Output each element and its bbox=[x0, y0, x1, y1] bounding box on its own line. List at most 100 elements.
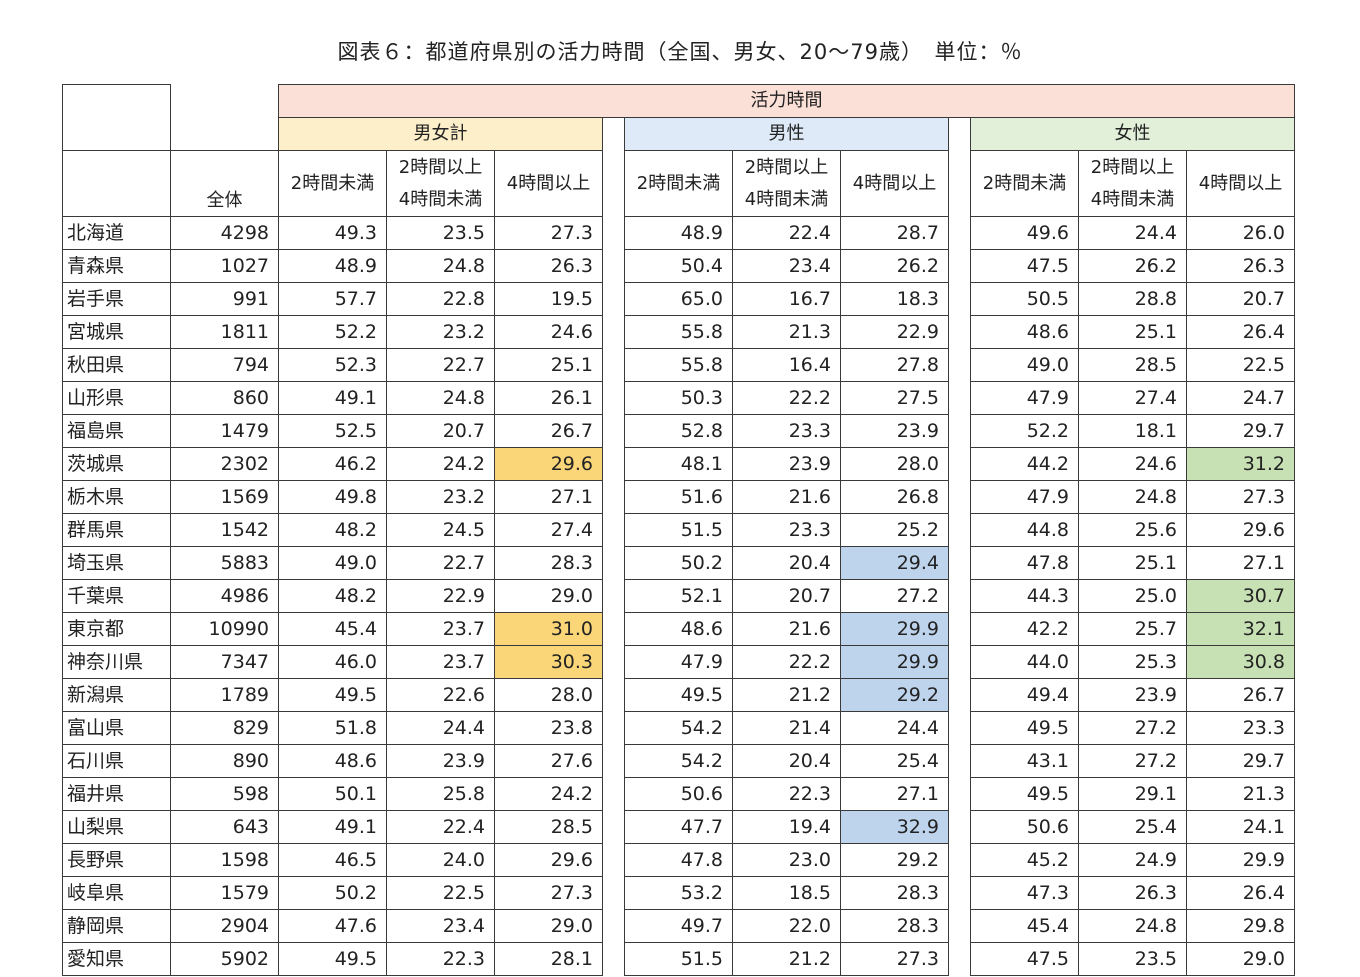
male-value-2: 29.2 bbox=[840, 678, 949, 712]
male-value-2: 29.9 bbox=[840, 645, 949, 679]
table-header: 活力時間 男女計 男性 女性 全体 2時間未満 2時間以上 4時間未満 4時間以上… bbox=[62, 84, 1295, 217]
male-value-2: 27.5 bbox=[840, 381, 949, 415]
total-count: 10990 bbox=[170, 612, 279, 646]
all-value-1: 22.6 bbox=[386, 678, 495, 712]
all-value-0: 57.7 bbox=[278, 282, 387, 316]
header-line2: 4時間未満 bbox=[744, 188, 829, 210]
all-value-1: 22.3 bbox=[386, 942, 495, 976]
male-value-0: 49.5 bbox=[624, 678, 733, 712]
female-value-2: 27.1 bbox=[1186, 546, 1295, 580]
female-value-1: 24.9 bbox=[1078, 843, 1187, 877]
header-female-under2: 2時間未満 bbox=[970, 150, 1079, 217]
all-value-1: 25.8 bbox=[386, 777, 495, 811]
all-value-0: 45.4 bbox=[278, 612, 387, 646]
female-value-2: 26.0 bbox=[1186, 216, 1295, 250]
prefecture-name: 富山県 bbox=[62, 711, 171, 745]
total-count: 2904 bbox=[170, 909, 279, 943]
all-value-1: 23.7 bbox=[386, 612, 495, 646]
female-value-0: 49.5 bbox=[970, 777, 1079, 811]
male-value-0: 51.5 bbox=[624, 942, 733, 976]
total-count: 794 bbox=[170, 348, 279, 382]
group-gap bbox=[603, 613, 625, 646]
male-value-1: 21.6 bbox=[732, 480, 841, 514]
female-value-0: 44.2 bbox=[970, 447, 1079, 481]
table-row: 岩手県 991 57.7 22.8 19.5 65.0 16.7 18.3 50.5 28.8 20… bbox=[62, 282, 1295, 316]
group-gap bbox=[603, 415, 625, 448]
header-all-under2: 2時間未満 bbox=[278, 150, 387, 217]
group-gap bbox=[603, 283, 625, 316]
female-value-1: 18.1 bbox=[1078, 414, 1187, 448]
all-value-2: 29.0 bbox=[494, 909, 603, 943]
total-count: 1542 bbox=[170, 513, 279, 547]
total-count: 7347 bbox=[170, 645, 279, 679]
all-value-0: 48.9 bbox=[278, 249, 387, 283]
all-value-0: 46.5 bbox=[278, 843, 387, 877]
all-value-1: 23.4 bbox=[386, 909, 495, 943]
male-value-1: 18.5 bbox=[732, 876, 841, 910]
male-value-2: 25.2 bbox=[840, 513, 949, 547]
female-value-0: 49.0 bbox=[970, 348, 1079, 382]
female-value-1: 26.2 bbox=[1078, 249, 1187, 283]
group-gap bbox=[949, 547, 971, 580]
all-value-0: 49.0 bbox=[278, 546, 387, 580]
group-gap bbox=[603, 448, 625, 481]
group-gap bbox=[949, 613, 971, 646]
group-gap bbox=[949, 712, 971, 745]
total-count: 1479 bbox=[170, 414, 279, 448]
group-gap bbox=[949, 514, 971, 547]
group-gap bbox=[603, 382, 625, 415]
total-count: 890 bbox=[170, 744, 279, 778]
male-value-0: 48.1 bbox=[624, 447, 733, 481]
corner-cell bbox=[62, 84, 171, 151]
male-value-0: 65.0 bbox=[624, 282, 733, 316]
male-value-1: 23.4 bbox=[732, 249, 841, 283]
female-value-0: 47.9 bbox=[970, 381, 1079, 415]
female-value-0: 50.6 bbox=[970, 810, 1079, 844]
male-value-1: 22.4 bbox=[732, 216, 841, 250]
group-gap bbox=[603, 580, 625, 613]
total-count: 1811 bbox=[170, 315, 279, 349]
header-vitality-time: 活力時間 bbox=[278, 84, 1295, 118]
header-line1: 2時間以上 bbox=[398, 157, 483, 178]
male-value-0: 48.9 bbox=[624, 216, 733, 250]
total-count: 1579 bbox=[170, 876, 279, 910]
group-gap bbox=[603, 811, 625, 844]
group-gap bbox=[949, 877, 971, 910]
all-value-2: 27.3 bbox=[494, 216, 603, 250]
all-value-0: 49.1 bbox=[278, 381, 387, 415]
prefecture-name: 東京都 bbox=[62, 612, 171, 646]
header-male-2to4: 2時間以上 4時間未満 bbox=[732, 150, 841, 217]
female-value-0: 42.2 bbox=[970, 612, 1079, 646]
male-value-1: 22.3 bbox=[732, 777, 841, 811]
female-value-0: 47.3 bbox=[970, 876, 1079, 910]
table-row: 東京都 10990 45.4 23.7 31.0 48.6 21.6 29.9 42.2 25.7… bbox=[62, 612, 1295, 646]
female-value-2: 24.7 bbox=[1186, 381, 1295, 415]
header-all-2to4: 2時間以上 4時間未満 bbox=[386, 150, 495, 217]
group-gap bbox=[949, 580, 971, 613]
female-value-1: 27.2 bbox=[1078, 711, 1187, 745]
female-value-0: 50.5 bbox=[970, 282, 1079, 316]
female-value-1: 25.4 bbox=[1078, 810, 1187, 844]
total-count: 829 bbox=[170, 711, 279, 745]
all-value-2: 28.3 bbox=[494, 546, 603, 580]
table-title: 図表６：都道府県別の活力時間（全国、男女、20～79歳） 単位：％ bbox=[337, 40, 1023, 64]
female-value-1: 24.4 bbox=[1078, 216, 1187, 250]
group-gap bbox=[603, 943, 625, 976]
male-value-0: 50.4 bbox=[624, 249, 733, 283]
female-value-2: 29.0 bbox=[1186, 942, 1295, 976]
total-count: 1027 bbox=[170, 249, 279, 283]
group-gap bbox=[949, 679, 971, 712]
header-line2: 4時間未満 bbox=[398, 188, 483, 210]
total-count: 643 bbox=[170, 810, 279, 844]
female-value-0: 48.6 bbox=[970, 315, 1079, 349]
male-value-1: 21.2 bbox=[732, 942, 841, 976]
prefecture-name: 宮城県 bbox=[62, 315, 171, 349]
male-value-1: 22.2 bbox=[732, 381, 841, 415]
male-value-1: 23.9 bbox=[732, 447, 841, 481]
prefecture-name: 新潟県 bbox=[62, 678, 171, 712]
group-gap bbox=[603, 745, 625, 778]
male-value-2: 27.1 bbox=[840, 777, 949, 811]
header-group-all: 男女計 bbox=[278, 117, 603, 151]
total-count: 860 bbox=[170, 381, 279, 415]
total-count: 5902 bbox=[170, 942, 279, 976]
